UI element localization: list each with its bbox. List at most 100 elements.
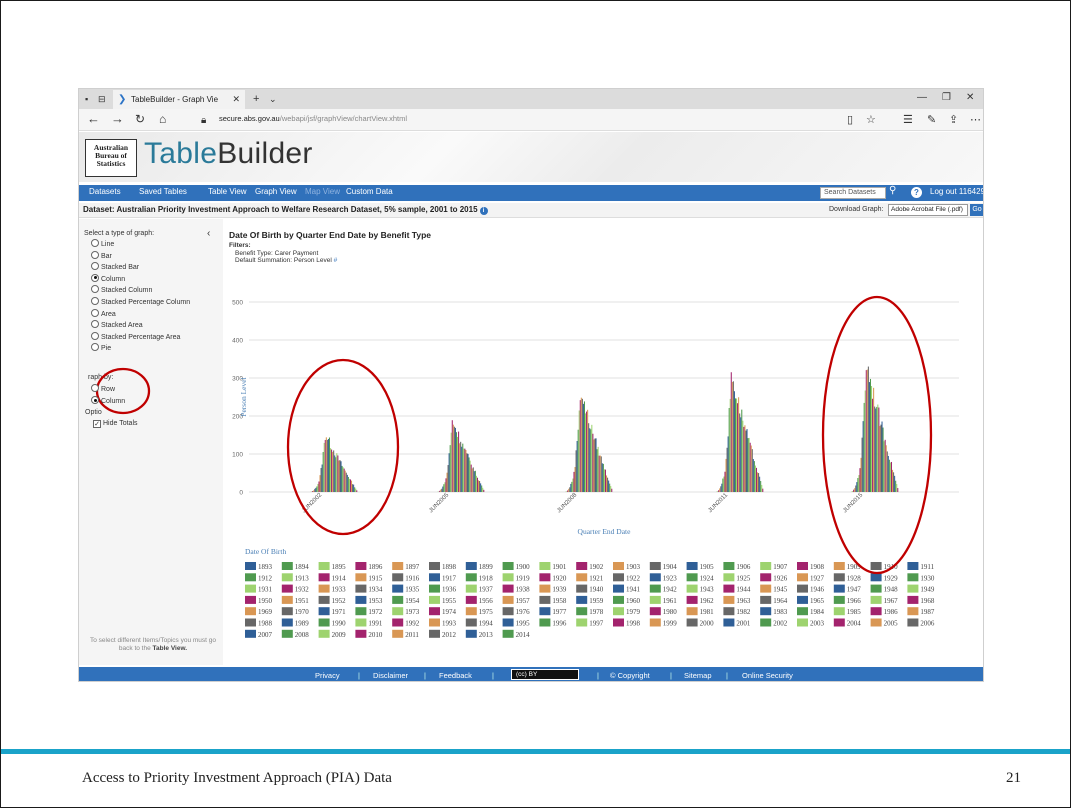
legend-item-1956[interactable]: 1956	[465, 595, 494, 605]
legend-item-1957[interactable]: 1957	[502, 595, 530, 605]
legend-item-2012[interactable]: 2012	[429, 629, 457, 639]
legend-item-1940[interactable]: 1940	[576, 584, 604, 594]
legend-item-1939[interactable]: 1939	[539, 584, 567, 594]
legend-item-1977[interactable]: 1977	[539, 607, 567, 616]
legend-item-1936[interactable]: 1936	[429, 584, 457, 594]
footer-privacy[interactable]: Privacy	[315, 671, 340, 680]
legend-item-1985[interactable]: 1985	[833, 607, 862, 616]
legend-item-1909[interactable]: 1909	[833, 562, 862, 571]
legend-item-1895[interactable]: 1895	[318, 562, 347, 571]
legend-item-2008[interactable]: 2008	[281, 629, 310, 639]
legend-item-1924[interactable]: 1924	[686, 573, 715, 582]
legend-item-1992[interactable]: 1992	[392, 618, 420, 628]
legend-item-1947[interactable]: 1947	[833, 584, 862, 594]
legend-item-1944[interactable]: 1944	[723, 584, 751, 594]
legend-item-2006[interactable]: 2006	[907, 618, 935, 628]
legend-item-1932[interactable]: 1932	[281, 584, 310, 594]
creative-commons-badge[interactable]: (cc) BY	[511, 669, 579, 680]
legend-item-1893[interactable]: 1893	[245, 562, 273, 571]
legend-item-1986[interactable]: 1986	[870, 607, 899, 616]
legend-item-1979[interactable]: 1979	[613, 607, 641, 616]
graph-type-stacked-percentage-area[interactable]: Stacked Percentage Area	[91, 331, 180, 342]
legend-item-1980[interactable]: 1980	[649, 607, 678, 616]
legend-item-1966[interactable]: 1966	[833, 595, 862, 605]
legend-item-1906[interactable]: 1906	[723, 562, 751, 571]
legend-item-2013[interactable]: 2013	[465, 629, 494, 639]
legend-item-1962[interactable]: 1962	[686, 595, 715, 605]
legend-item-1899[interactable]: 1899	[465, 562, 494, 571]
legend-item-1897[interactable]: 1897	[392, 562, 420, 571]
legend-item-1919[interactable]: 1919	[502, 573, 530, 582]
legend-item-1978[interactable]: 1978	[576, 607, 604, 616]
legend-item-1998[interactable]: 1998	[613, 618, 641, 628]
legend-item-1912[interactable]: 1912	[245, 573, 273, 582]
legend-item-2010[interactable]: 2010	[355, 629, 383, 639]
legend-item-1929[interactable]: 1929	[870, 573, 899, 582]
footer-copyright[interactable]: © Copyright	[610, 671, 650, 680]
graph-type-stacked-bar[interactable]: Stacked Bar	[91, 262, 139, 272]
legend-item-1981[interactable]: 1981	[686, 607, 715, 616]
legend-item-1984[interactable]: 1984	[797, 607, 825, 616]
legend-item-2011[interactable]: 2011	[392, 629, 419, 639]
graph-type-stacked-area[interactable]: Stacked Area	[91, 320, 143, 330]
legend-item-1930[interactable]: 1930	[907, 573, 935, 582]
legend-item-1982[interactable]: 1982	[723, 607, 751, 616]
legend-item-1975[interactable]: 1975	[465, 607, 494, 616]
legend-item-1911[interactable]: 1911	[907, 562, 935, 571]
legend-item-1907[interactable]: 1907	[760, 562, 788, 571]
legend-item-1964[interactable]: 1964	[760, 595, 788, 605]
legend-item-1974[interactable]: 1974	[429, 607, 457, 616]
legend-item-1898[interactable]: 1898	[429, 562, 457, 571]
graph-type-bar[interactable]: Bar	[91, 250, 112, 261]
legend-item-1969[interactable]: 1969	[245, 607, 273, 616]
legend-item-1935[interactable]: 1935	[392, 584, 420, 594]
legend-item-1934[interactable]: 1934	[355, 584, 383, 594]
legend-item-1925[interactable]: 1925	[723, 573, 751, 582]
legend-item-1918[interactable]: 1918	[465, 573, 494, 582]
legend-item-1965[interactable]: 1965	[797, 595, 825, 605]
legend-item-1945[interactable]: 1945	[760, 584, 788, 594]
legend-item-1968[interactable]: 1968	[907, 595, 935, 605]
legend-item-1967[interactable]: 1967	[870, 595, 899, 605]
legend-item-2000[interactable]: 2000	[686, 618, 715, 628]
legend-item-1994[interactable]: 1994	[465, 618, 494, 628]
legend-item-1903[interactable]: 1903	[613, 562, 641, 571]
graph-by-row[interactable]: Row	[91, 384, 115, 394]
legend-item-1901[interactable]: 1901	[539, 562, 567, 571]
legend-item-1952[interactable]: 1952	[318, 595, 347, 605]
legend-item-1922[interactable]: 1922	[613, 573, 641, 582]
legend-item-1917[interactable]: 1917	[429, 573, 457, 582]
legend-item-1963[interactable]: 1963	[723, 595, 751, 605]
legend-item-2005[interactable]: 2005	[870, 618, 899, 628]
legend-item-1900[interactable]: 1900	[502, 562, 530, 571]
legend-item-1950[interactable]: 1950	[245, 595, 273, 605]
legend-item-1908[interactable]: 1908	[797, 562, 825, 571]
legend-item-1989[interactable]: 1989	[281, 618, 310, 628]
legend-item-1923[interactable]: 1923	[649, 573, 678, 582]
legend-item-1904[interactable]: 1904	[649, 562, 678, 571]
graph-type-stacked-percentage-column[interactable]: Stacked Percentage Column	[91, 297, 190, 307]
footer-feedback[interactable]: Feedback	[439, 671, 472, 680]
legend-item-1931[interactable]: 1931	[245, 584, 273, 594]
legend-item-1959[interactable]: 1959	[576, 595, 604, 605]
legend-item-1970[interactable]: 1970	[281, 607, 310, 616]
legend-item-1987[interactable]: 1987	[907, 607, 935, 616]
legend-item-1920[interactable]: 1920	[539, 573, 567, 582]
legend-item-1913[interactable]: 1913	[281, 573, 310, 582]
legend-item-1971[interactable]: 1971	[318, 607, 347, 616]
graph-type-column[interactable]: Column	[91, 273, 125, 284]
legend-item-1942[interactable]: 1942	[649, 584, 678, 594]
legend-item-1999[interactable]: 1999	[649, 618, 678, 628]
legend-item-1991[interactable]: 1991	[355, 618, 383, 628]
legend-item-1921[interactable]: 1921	[576, 573, 604, 582]
legend-item-1943[interactable]: 1943	[686, 584, 715, 594]
legend-item-1914[interactable]: 1914	[318, 573, 347, 582]
legend-item-2003[interactable]: 2003	[797, 618, 825, 628]
legend-item-1997[interactable]: 1997	[576, 618, 604, 628]
legend-item-1955[interactable]: 1955	[429, 595, 457, 605]
legend-item-1951[interactable]: 1951	[281, 595, 310, 605]
legend-item-1915[interactable]: 1915	[355, 573, 383, 582]
graph-type-area[interactable]: Area	[91, 308, 116, 319]
legend-item-1928[interactable]: 1928	[833, 573, 862, 582]
footer-disclaimer[interactable]: Disclaimer	[373, 671, 408, 680]
